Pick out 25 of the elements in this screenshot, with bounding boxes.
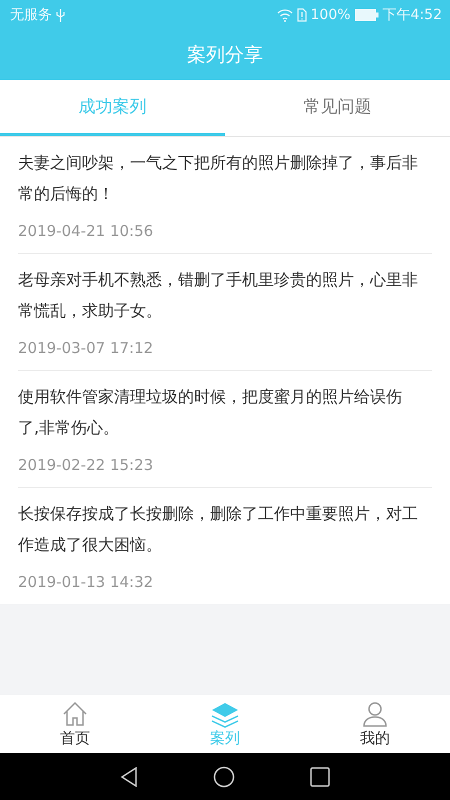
nav-item[interactable]: 首页 [0,695,150,753]
nav-item[interactable]: 我的 [300,695,450,753]
sim-alert-icon [296,8,307,22]
home-button-icon[interactable] [213,766,235,788]
back-icon[interactable] [120,766,138,786]
tab[interactable]: 常见问题 [225,80,450,136]
wifi-icon [276,8,293,22]
case-date: 2019-01-13 14:32 [18,572,154,593]
layers-icon [210,700,240,728]
usb-icon [56,8,65,22]
case-description: 使用软件管家清理垃圾的时候，把度蜜月的照片给误伤了,非常伤心。 [18,386,403,439]
case-date: 2019-03-07 17:12 [18,338,154,359]
carrier-text: 无服务 [10,6,52,24]
battery-percent: 100% [310,7,351,23]
case-date: 2019-02-22 15:23 [18,455,154,476]
home-icon [61,700,89,728]
case-description: 长按保存按成了长按删除，删除了工作中重要照片，对工作造成了很大困恼。 [18,503,419,556]
clock-time: 下午4:52 [382,6,442,24]
case-description: 夫妻之间吵架，一气之下把所有的照片删除掉了，事后非常的后悔的！ [18,152,419,205]
page-title: 案列分享 [187,43,263,68]
person-icon [361,700,389,728]
case-date: 2019-04-21 10:56 [18,221,154,242]
recents-icon[interactable] [310,766,330,786]
case-description: 老母亲对手机不熟悉，错删了手机里珍贵的照片，心里非常慌乱，求助子女。 [18,269,419,322]
battery-icon [354,9,379,21]
